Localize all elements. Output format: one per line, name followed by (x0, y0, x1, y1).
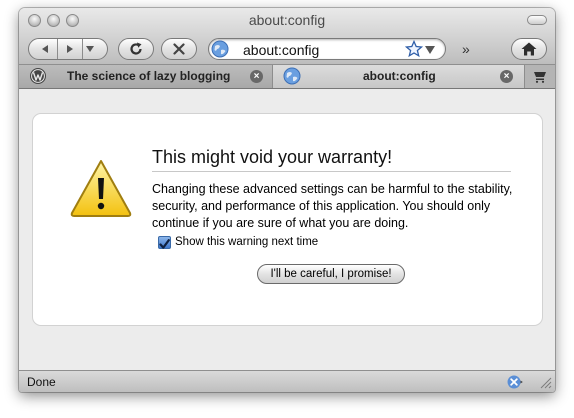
warning-message: Changing these advanced settings can be … (152, 182, 513, 230)
home-icon (521, 42, 537, 56)
resize-grip-icon[interactable] (539, 376, 552, 389)
warning-panel: This might void your warranty! Changing … (32, 113, 543, 326)
show-warning-label[interactable]: Show this warning next time (175, 236, 318, 248)
overflow-chevrons[interactable]: » (462, 41, 470, 57)
close-tab-icon[interactable]: × (250, 70, 263, 83)
home-button[interactable] (511, 38, 547, 60)
status-bar: Done (19, 370, 555, 392)
tab-label: about:config (363, 69, 436, 83)
confirm-button[interactable]: I'll be careful, I promise! (257, 264, 405, 284)
tab-bar: The science of lazy blogging × about:con… (19, 65, 555, 89)
url-text[interactable]: about:config (243, 42, 319, 58)
tab-list-button[interactable] (525, 65, 555, 88)
globe-icon (283, 67, 301, 85)
stop-button[interactable] (161, 38, 197, 60)
address-bar[interactable]: about:config (208, 38, 446, 60)
site-globe-icon[interactable] (211, 40, 229, 58)
chevron-down-icon (86, 46, 94, 52)
tab-about-config[interactable]: about:config × (273, 65, 525, 88)
browser-window: about:config about:config » The science … (19, 8, 555, 392)
tab-lazy-blogging[interactable]: The science of lazy blogging × (19, 65, 273, 88)
wordpress-icon (30, 68, 46, 84)
back-forward-group (28, 38, 108, 60)
bookmark-star-icon[interactable] (405, 40, 423, 58)
tab-label: The science of lazy blogging (67, 69, 231, 83)
forward-arrow-icon (67, 45, 73, 53)
forward-button[interactable] (58, 39, 82, 59)
page-title: This might void your warranty! (152, 147, 511, 172)
stop-icon (173, 43, 185, 55)
close-tab-icon[interactable]: × (500, 70, 513, 83)
status-text: Done (27, 375, 56, 389)
toolbar: about:config about:config » (19, 8, 555, 65)
url-dropdown-icon[interactable] (425, 46, 435, 54)
back-button[interactable] (33, 39, 57, 59)
window-title: about:config (248, 12, 326, 28)
page-content: This might void your warranty! Changing … (19, 89, 555, 370)
reload-button[interactable] (118, 38, 154, 60)
warning-icon (70, 160, 132, 217)
reload-icon (130, 42, 142, 55)
toolbar-toggle-button[interactable] (527, 15, 547, 25)
show-warning-checkbox[interactable] (158, 236, 171, 249)
back-arrow-icon (42, 45, 48, 53)
tab-list-icon (534, 71, 546, 83)
addon-status-icon[interactable] (507, 374, 523, 390)
checkmark-icon (159, 239, 170, 249)
history-dropdown-button[interactable] (83, 39, 97, 59)
